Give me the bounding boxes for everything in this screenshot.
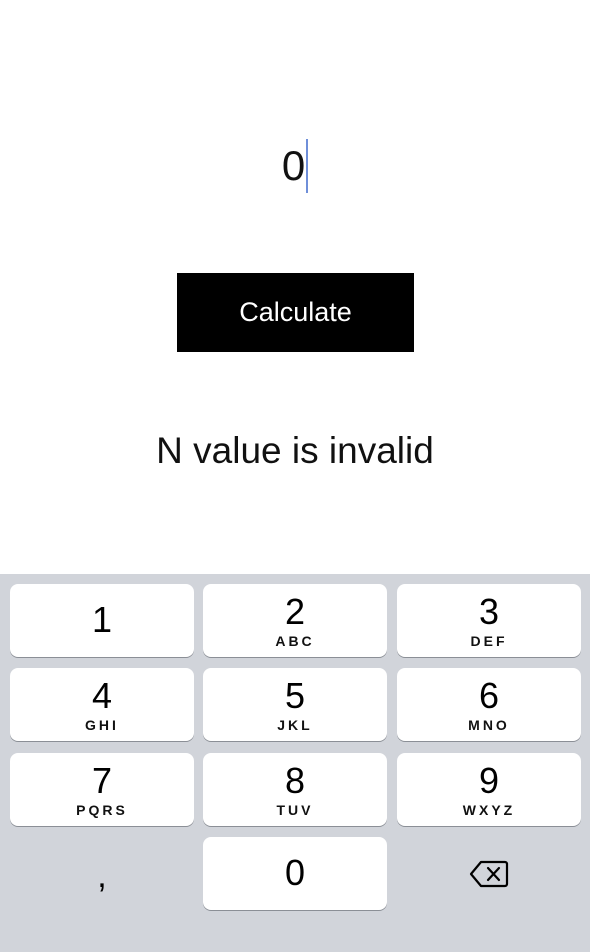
result-message: N value is invalid (156, 430, 434, 471)
calculate-button-label: Calculate (239, 297, 352, 327)
key-6[interactable]: 6 MNO (397, 668, 581, 741)
number-input[interactable]: 0 (0, 138, 590, 194)
app-screen: 0 Calculate N value is invalid (0, 0, 590, 574)
text-caret (306, 139, 309, 193)
key-1[interactable]: 1 (10, 584, 194, 657)
key-2[interactable]: 2 ABC (203, 584, 387, 657)
key-delete[interactable] (397, 837, 581, 910)
key-letters: PQRS (76, 801, 128, 818)
key-digit: 5 (284, 674, 306, 716)
calculate-button[interactable]: Calculate (177, 273, 414, 352)
key-letters: ABC (275, 632, 315, 649)
key-decimal-comma[interactable]: , (10, 837, 194, 910)
key-digit: 6 (478, 674, 500, 716)
key-3[interactable]: 3 DEF (397, 584, 581, 657)
key-digit: 8 (284, 759, 306, 801)
key-4[interactable]: 4 GHI (10, 668, 194, 741)
key-7[interactable]: 7 PQRS (10, 753, 194, 826)
number-input-value: 0 (281, 142, 306, 189)
key-0[interactable]: 0 (203, 837, 387, 910)
key-digit: 4 (91, 674, 113, 716)
key-letters: WXYZ (462, 801, 516, 818)
key-5[interactable]: 5 JKL (203, 668, 387, 741)
numeric-keypad: 1 2 ABC 3 DEF 4 GHI 5 JKL 6 MNO 7 PQRS 8… (0, 574, 590, 952)
key-digit: 1 (91, 598, 113, 640)
key-comma-label: , (97, 857, 107, 895)
key-letters: TUV (276, 801, 314, 818)
key-digit: 3 (478, 590, 500, 632)
backspace-icon (469, 860, 509, 887)
key-digit: 7 (91, 759, 113, 801)
key-letters: DEF (470, 632, 508, 649)
key-digit: 0 (284, 851, 306, 893)
key-letters: JKL (277, 716, 313, 733)
key-letters: GHI (85, 716, 119, 733)
key-letters: MNO (468, 716, 510, 733)
key-digit: 9 (478, 759, 500, 801)
key-digit: 2 (284, 590, 306, 632)
key-8[interactable]: 8 TUV (203, 753, 387, 826)
key-9[interactable]: 9 WXYZ (397, 753, 581, 826)
